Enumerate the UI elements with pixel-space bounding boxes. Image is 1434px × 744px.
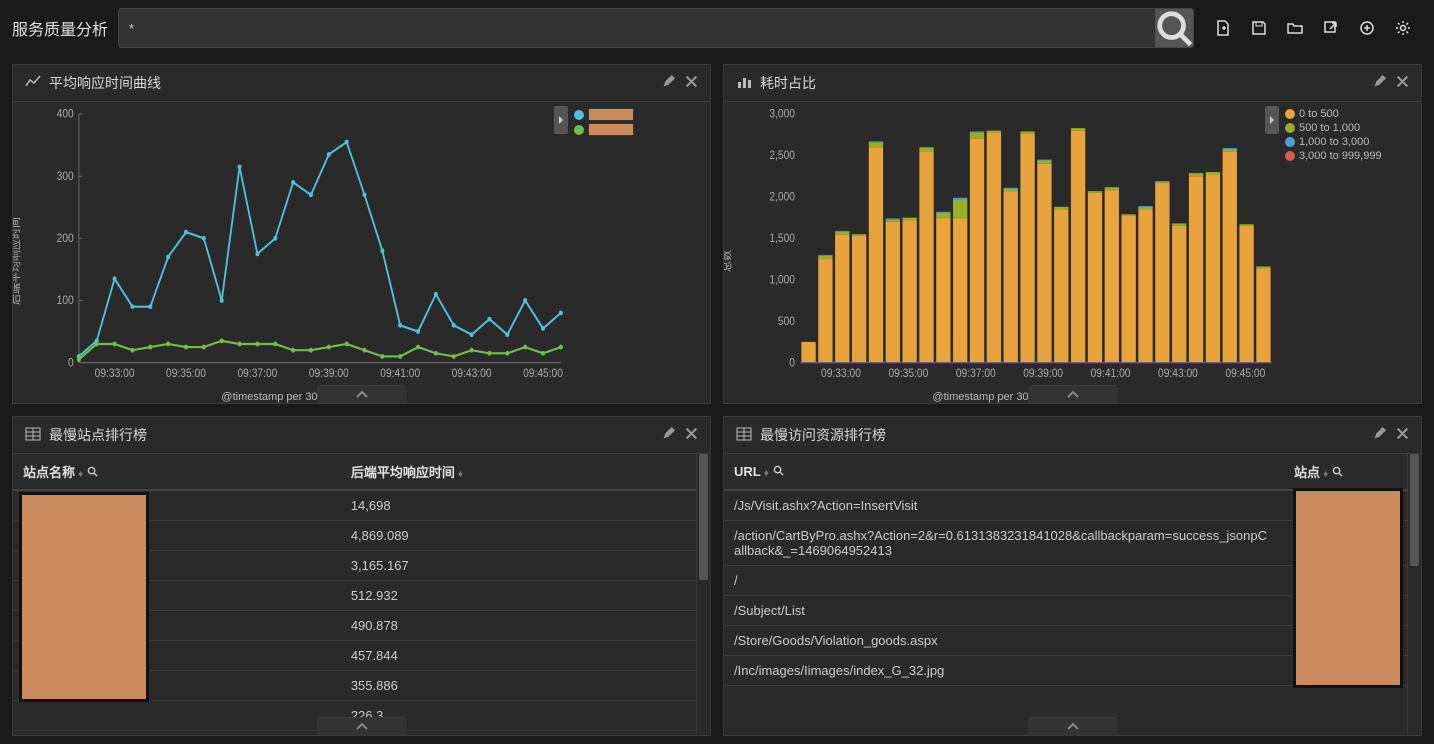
- svg-text:09:41:00: 09:41:00: [1091, 367, 1131, 380]
- search-wrap: [118, 8, 1194, 48]
- svg-text:3,000: 3,000: [769, 108, 795, 121]
- share-icon[interactable]: [1322, 19, 1340, 37]
- svg-text:1,500: 1,500: [769, 232, 795, 245]
- sort-icon[interactable]: ♦: [764, 468, 769, 479]
- open-icon[interactable]: [1286, 19, 1304, 37]
- edit-icon[interactable]: [662, 427, 675, 443]
- col-site[interactable]: 站点♦: [1284, 454, 1407, 490]
- legend-item[interactable]: 0 to 500: [1285, 108, 1417, 120]
- svg-text:09:39:00: 09:39:00: [1023, 367, 1063, 380]
- legend-collapse-icon[interactable]: [554, 106, 568, 134]
- svg-text:09:39:00: 09:39:00: [309, 367, 349, 380]
- svg-text:09:37:00: 09:37:00: [956, 367, 996, 380]
- svg-text:09:35:00: 09:35:00: [888, 367, 928, 380]
- panel-expand-icon[interactable]: [1028, 717, 1118, 735]
- add-icon[interactable]: [1358, 19, 1376, 37]
- chart-legend: [570, 102, 710, 403]
- svg-text:09:33:00: 09:33:00: [95, 367, 135, 380]
- legend-item[interactable]: 1,000 to 3,000: [1285, 136, 1417, 148]
- redacted-label: [588, 123, 634, 136]
- svg-text:100: 100: [57, 294, 74, 307]
- save-icon[interactable]: [1250, 19, 1268, 37]
- panel-header: 耗时占比: [724, 65, 1421, 102]
- legend-item[interactable]: 500 to 1,000: [1285, 122, 1417, 134]
- panel-title: 最慢站点排行榜: [49, 425, 654, 445]
- search-icon[interactable]: [773, 464, 784, 479]
- legend-item[interactable]: [574, 108, 706, 121]
- toolbar: [1204, 19, 1422, 37]
- redacted-label: [588, 108, 634, 121]
- svg-text:200: 200: [57, 232, 74, 245]
- panel-header: 最慢站点排行榜: [13, 417, 710, 454]
- line-chart[interactable]: 0 100 200 300 400 09:33:00 09:35:00 09:37:00 09:…: [43, 108, 566, 399]
- svg-text:400: 400: [57, 108, 74, 121]
- dashboard: 平均响应时间曲线 后端平均响应时间 010020030040009:33:000…: [0, 56, 1434, 744]
- page-title: 服务质量分析: [12, 16, 108, 40]
- legend-collapse-icon[interactable]: [1265, 106, 1279, 134]
- search-input[interactable]: [119, 9, 1155, 47]
- redacted-column: [1293, 488, 1403, 688]
- svg-text:300: 300: [57, 170, 74, 183]
- table-icon: [25, 426, 41, 445]
- close-icon[interactable]: [1396, 427, 1409, 443]
- svg-text:09:45:00: 09:45:00: [1225, 367, 1265, 380]
- topbar: 服务质量分析: [0, 0, 1434, 56]
- panel-title: 平均响应时间曲线: [49, 73, 654, 93]
- bar-chart[interactable]: 0 500 1,000 1,500 2,000 2,500 3,000 09:33:00 09:…: [754, 108, 1277, 399]
- svg-text:2,000: 2,000: [769, 191, 795, 204]
- edit-icon[interactable]: [1373, 427, 1386, 443]
- panel-expand-icon[interactable]: [317, 385, 407, 403]
- svg-text:09:43:00: 09:43:00: [1158, 367, 1198, 380]
- scrollbar[interactable]: [1407, 454, 1421, 735]
- svg-text:500: 500: [778, 315, 795, 328]
- edit-icon[interactable]: [662, 75, 675, 91]
- legend-item[interactable]: 3,000 to 999,999: [1285, 150, 1417, 162]
- panel-expand-icon[interactable]: [1028, 385, 1118, 403]
- panel-expand-icon[interactable]: [317, 717, 407, 735]
- settings-icon[interactable]: [1394, 19, 1412, 37]
- panel-header: 平均响应时间曲线: [13, 65, 710, 102]
- svg-text:09:35:00: 09:35:00: [166, 367, 206, 380]
- search-icon[interactable]: [1332, 465, 1343, 480]
- scrollbar[interactable]: [696, 454, 710, 735]
- close-icon[interactable]: [1396, 75, 1409, 91]
- line-chart-icon: [25, 74, 41, 93]
- edit-icon[interactable]: [1373, 75, 1386, 91]
- svg-text:09:41:00: 09:41:00: [380, 367, 420, 380]
- svg-text:0: 0: [68, 357, 74, 370]
- close-icon[interactable]: [685, 427, 698, 443]
- sort-icon[interactable]: ♦: [458, 469, 463, 480]
- close-icon[interactable]: [685, 75, 698, 91]
- legend-item[interactable]: [574, 123, 706, 136]
- panel-header: 最慢访问资源排行榜: [724, 417, 1421, 454]
- svg-text:09:33:00: 09:33:00: [821, 367, 861, 380]
- chart-legend: 0 to 500 500 to 1,000 1,000 to 3,000 3,0…: [1281, 102, 1421, 403]
- svg-text:09:45:00: 09:45:00: [523, 367, 563, 380]
- bar-chart-icon: [736, 74, 752, 93]
- svg-text:0: 0: [789, 357, 795, 370]
- panel-duration-ratio: 耗时占比 总数 05001,0001,5002,0002,5003,00009:…: [723, 64, 1422, 404]
- panel-slow-sites: 最慢站点排行榜 站点名称♦ 后端平均响应时间♦ 14,6984,869.0893…: [12, 416, 711, 736]
- panel-avg-response: 平均响应时间曲线 后端平均响应时间 010020030040009:33:000…: [12, 64, 711, 404]
- search-icon[interactable]: [87, 465, 98, 480]
- col-url[interactable]: URL♦: [724, 454, 1284, 490]
- panel-slow-urls: 最慢访问资源排行榜 URL♦ 站点♦ /Js/Visit.ashx?Action…: [723, 416, 1422, 736]
- redacted-column: [19, 492, 149, 702]
- sort-icon[interactable]: ♦: [78, 469, 83, 480]
- svg-text:09:43:00: 09:43:00: [452, 367, 492, 380]
- sort-icon[interactable]: ♦: [1323, 469, 1328, 480]
- search-button[interactable]: [1155, 9, 1193, 47]
- new-icon[interactable]: [1214, 19, 1232, 37]
- svg-text:2,500: 2,500: [769, 149, 795, 162]
- svg-text:09:37:00: 09:37:00: [237, 367, 277, 380]
- col-site-name[interactable]: 站点名称♦: [13, 454, 341, 490]
- panel-title: 最慢访问资源排行榜: [760, 425, 1365, 445]
- svg-text:1,000: 1,000: [769, 274, 795, 287]
- panel-title: 耗时占比: [760, 73, 1365, 93]
- col-avg-response[interactable]: 后端平均响应时间♦: [341, 454, 696, 490]
- table-icon: [736, 426, 752, 445]
